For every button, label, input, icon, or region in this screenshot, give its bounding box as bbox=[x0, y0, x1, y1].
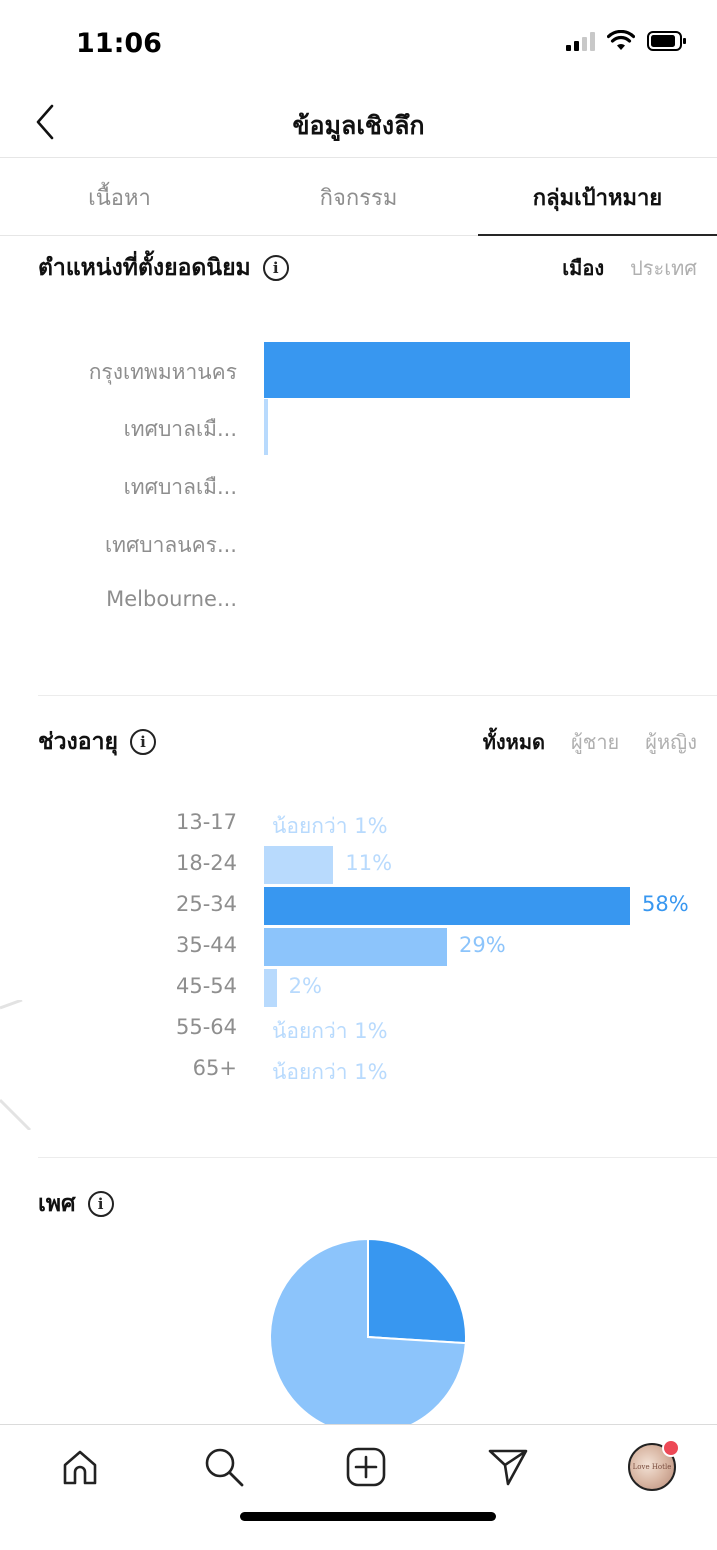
nav-profile[interactable]: Love Hotle bbox=[624, 1439, 680, 1495]
page-title: ข้อมูลเชิงลึก bbox=[292, 111, 425, 140]
gender-header: เพศ i bbox=[38, 1186, 697, 1222]
age-range-label: 55-64 bbox=[175, 1015, 237, 1039]
filter-women[interactable]: ผู้หญิง bbox=[645, 726, 697, 758]
age-row: 35-44 29% bbox=[0, 927, 717, 967]
location-row: เทศบาลเมื... bbox=[0, 457, 717, 513]
section-divider bbox=[38, 1157, 717, 1158]
age-row: 45-54 2% bbox=[0, 968, 717, 1008]
age-value-label: 29% bbox=[459, 933, 506, 957]
header: ข้อมูลเชิงลึก bbox=[0, 92, 717, 158]
wifi-icon bbox=[607, 30, 635, 50]
age-row: 65+ น้อยกว่า 1% bbox=[0, 1050, 717, 1090]
age-range-label: 45-54 bbox=[175, 974, 237, 998]
direct-icon bbox=[488, 1449, 528, 1486]
age-range-label: 35-44 bbox=[175, 933, 237, 957]
status-bar: 11:06 bbox=[0, 0, 717, 90]
age-filters: ทั้งหมด ผู้ชาย ผู้หญิง bbox=[483, 726, 697, 758]
new-post-icon bbox=[346, 1447, 386, 1487]
section-divider bbox=[38, 695, 717, 696]
battery-icon bbox=[647, 31, 686, 51]
filter-country[interactable]: ประเทศ bbox=[630, 252, 697, 284]
location-bar bbox=[264, 342, 630, 398]
age-range-label: 18-24 bbox=[175, 851, 237, 875]
scroll-decoration bbox=[0, 1000, 32, 1130]
location-row: Melbourne... bbox=[0, 573, 717, 629]
age-value-label: 11% bbox=[345, 851, 393, 875]
age-value-label: 2% bbox=[288, 974, 322, 998]
search-icon bbox=[205, 1448, 244, 1487]
location-row: เทศบาลนคร... bbox=[0, 515, 717, 571]
tab-content[interactable]: เนื้อหา bbox=[0, 159, 239, 235]
locations-header: ตำแหน่งที่ตั้งยอดนิยม i เมือง ประเทศ bbox=[38, 250, 697, 286]
age-value-label: 58% bbox=[642, 892, 689, 916]
age-value-label: น้อยกว่า 1% bbox=[272, 1019, 388, 1043]
pie-slice-primary bbox=[367, 1237, 467, 1345]
location-label: Melbourne... bbox=[106, 587, 237, 611]
location-bar bbox=[264, 399, 269, 455]
tab-activity[interactable]: กิจกรรม bbox=[239, 159, 478, 235]
info-icon[interactable]: i bbox=[87, 1191, 114, 1217]
age-row: 25-34 58% bbox=[0, 886, 717, 926]
notification-dot bbox=[662, 1439, 680, 1457]
avatar-text: Love Hotle bbox=[632, 1463, 672, 1471]
avatar: Love Hotle bbox=[628, 1439, 680, 1491]
nav-search[interactable] bbox=[196, 1439, 252, 1495]
location-label: เทศบาลเมื... bbox=[123, 475, 237, 499]
age-value-label: น้อยกว่า 1% bbox=[272, 814, 388, 838]
age-row: 55-64 น้อยกว่า 1% bbox=[0, 1009, 717, 1049]
status-icons bbox=[566, 30, 687, 52]
age-row: 13-17 น้อยกว่า 1% bbox=[0, 804, 717, 844]
location-label: เทศบาลเมื... bbox=[123, 417, 237, 441]
home-icon bbox=[63, 1450, 97, 1485]
tab-bar: เนื้อหา กิจกรรม กลุ่มเป้าหมาย bbox=[0, 159, 717, 236]
info-icon[interactable]: i bbox=[262, 255, 289, 281]
age-bar bbox=[264, 969, 277, 1007]
info-icon[interactable]: i bbox=[129, 729, 156, 755]
nav-direct[interactable] bbox=[480, 1439, 536, 1495]
locations-title: ตำแหน่งที่ตั้งยอดนิยม bbox=[38, 255, 251, 281]
age-row: 18-24 11% bbox=[0, 845, 717, 885]
age-bar bbox=[264, 846, 334, 884]
gender-title: เพศ bbox=[38, 1191, 76, 1217]
location-row: เทศบาลเมื... bbox=[0, 399, 717, 455]
filter-men[interactable]: ผู้ชาย bbox=[571, 726, 619, 758]
status-time: 11:06 bbox=[76, 28, 162, 59]
filter-city[interactable]: เมือง bbox=[562, 252, 604, 284]
location-label: เทศบาลนคร... bbox=[104, 533, 237, 557]
age-bar bbox=[264, 887, 630, 925]
nav-home[interactable] bbox=[52, 1439, 108, 1495]
pie-svg bbox=[269, 1237, 467, 1436]
filter-all[interactable]: ทั้งหมด bbox=[483, 726, 545, 758]
signal-icon bbox=[566, 31, 595, 51]
age-range-label: 13-17 bbox=[175, 810, 237, 834]
age-range-label: 65+ bbox=[192, 1056, 237, 1080]
age-range-label: 25-34 bbox=[175, 892, 237, 916]
bottom-navigation: Love Hotle bbox=[0, 1424, 717, 1550]
age-header: ช่วงอายุ i ทั้งหมด ผู้ชาย ผู้หญิง bbox=[38, 724, 697, 760]
locations-filters: เมือง ประเทศ bbox=[562, 252, 697, 284]
nav-new-post[interactable] bbox=[338, 1439, 394, 1495]
location-row: กรุงเทพมหานคร bbox=[0, 342, 717, 398]
age-value-label: น้อยกว่า 1% bbox=[272, 1060, 388, 1084]
gender-pie-chart bbox=[268, 1237, 468, 1437]
age-title: ช่วงอายุ bbox=[38, 729, 118, 755]
home-indicator bbox=[240, 1512, 496, 1521]
age-bar bbox=[264, 928, 447, 966]
tab-audience[interactable]: กลุ่มเป้าหมาย bbox=[478, 159, 717, 236]
location-label: กรุงเทพมหานคร bbox=[88, 360, 237, 384]
